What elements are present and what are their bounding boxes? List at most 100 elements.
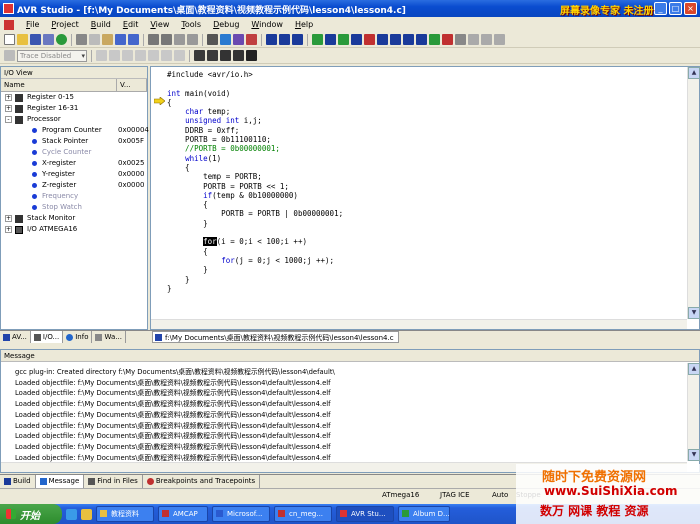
io-tree-row[interactable]: Y-register 0x0000 bbox=[1, 169, 147, 180]
menu-project[interactable]: Project bbox=[45, 20, 84, 29]
rebuild-icon[interactable] bbox=[279, 34, 290, 45]
trace-option-icon[interactable] bbox=[148, 50, 159, 61]
uncomment-icon[interactable] bbox=[187, 34, 198, 45]
code-editor[interactable]: #include <avr/io.h> int main(void) { cha… bbox=[150, 66, 700, 330]
tab-find-in-files[interactable]: Find in Files bbox=[84, 475, 143, 488]
browser-icon[interactable] bbox=[66, 508, 77, 520]
redo-icon[interactable] bbox=[128, 34, 139, 45]
save-all-icon[interactable] bbox=[43, 34, 54, 45]
menu-tools[interactable]: Tools bbox=[175, 20, 207, 29]
trace-option-icon[interactable] bbox=[96, 50, 107, 61]
menu-file[interactable]: File bbox=[20, 20, 45, 29]
trace-option-icon[interactable] bbox=[109, 50, 120, 61]
document-icon[interactable] bbox=[4, 19, 14, 30]
task-button-album[interactable]: Album D... bbox=[398, 506, 450, 522]
comment-icon[interactable] bbox=[174, 34, 185, 45]
open-folder-icon[interactable] bbox=[17, 34, 28, 45]
step-over-icon[interactable] bbox=[390, 34, 401, 45]
compile-icon[interactable] bbox=[292, 34, 303, 45]
binoculars-icon[interactable] bbox=[207, 34, 218, 45]
tab-message[interactable]: Message bbox=[35, 475, 85, 488]
menu-help[interactable]: Help bbox=[289, 20, 319, 29]
tab-avr[interactable]: AV... bbox=[0, 331, 31, 343]
paste-icon[interactable] bbox=[102, 34, 113, 45]
io-tree-row[interactable]: Stack Pointer 0x005F bbox=[1, 136, 147, 147]
tab-io[interactable]: I/O... bbox=[30, 331, 64, 343]
expand-icon[interactable]: + bbox=[5, 94, 12, 101]
indent-icon[interactable] bbox=[148, 34, 159, 45]
cancel-icon[interactable] bbox=[246, 50, 257, 61]
step-into-icon[interactable] bbox=[377, 34, 388, 45]
build-icon[interactable] bbox=[266, 34, 277, 45]
close-button[interactable]: × bbox=[684, 2, 697, 15]
task-button-cn-mega[interactable]: cn_meg... bbox=[274, 506, 332, 522]
task-button-avr-studio[interactable]: AVR Stu... bbox=[336, 506, 394, 522]
break-icon[interactable] bbox=[351, 34, 362, 45]
save-icon[interactable] bbox=[30, 34, 41, 45]
editor-gutter[interactable] bbox=[151, 67, 166, 329]
io-tree-row[interactable]: Program Counter 0x00004 bbox=[1, 125, 149, 136]
expand-icon[interactable]: + bbox=[5, 226, 12, 233]
trace-option-icon[interactable] bbox=[161, 50, 172, 61]
memory-icon[interactable] bbox=[494, 34, 505, 45]
watch-icon[interactable] bbox=[468, 34, 479, 45]
bookmark-icon[interactable] bbox=[233, 34, 244, 45]
io-tree-row[interactable]: + Register 0-15 bbox=[1, 92, 147, 103]
editor-horizontal-scrollbar[interactable] bbox=[151, 319, 687, 329]
io-tree-row[interactable]: + I/O ATMEGA16 bbox=[1, 224, 147, 235]
clear-bookmark-icon[interactable] bbox=[246, 34, 257, 45]
folder-icon[interactable] bbox=[81, 508, 92, 520]
task-button-amcap[interactable]: AMCAP bbox=[158, 506, 208, 522]
source-code[interactable]: #include <avr/io.h> int main(void) { cha… bbox=[167, 70, 343, 293]
io-tree-row[interactable]: Stop Watch bbox=[1, 202, 147, 213]
trace-option-icon[interactable] bbox=[135, 50, 146, 61]
clear-breakpoints-icon[interactable] bbox=[455, 34, 466, 45]
menu-debug[interactable]: Debug bbox=[207, 20, 245, 29]
step-out-icon[interactable] bbox=[403, 34, 414, 45]
stop-debug-icon[interactable] bbox=[325, 34, 336, 45]
io-tree-row[interactable]: + Register 16-31 bbox=[1, 103, 147, 114]
scroll-up-button[interactable]: ▲ bbox=[688, 363, 700, 375]
io-tree-row[interactable]: X-register 0x0025 bbox=[1, 158, 147, 169]
scroll-down-button[interactable]: ▼ bbox=[688, 449, 700, 461]
menu-window[interactable]: Window bbox=[245, 20, 289, 29]
start-button[interactable]: 开始 bbox=[0, 504, 62, 524]
find-next-icon[interactable] bbox=[220, 34, 231, 45]
outdent-icon[interactable] bbox=[161, 34, 172, 45]
run-icon[interactable] bbox=[338, 34, 349, 45]
new-file-icon[interactable] bbox=[4, 34, 15, 45]
cut-icon[interactable] bbox=[76, 34, 87, 45]
task-button-microsoft[interactable]: Microsof... bbox=[212, 506, 270, 522]
trace-select[interactable]: Trace Disabled bbox=[17, 49, 87, 62]
expand-icon[interactable]: + bbox=[5, 215, 12, 222]
undo-icon[interactable] bbox=[115, 34, 126, 45]
menu-edit[interactable]: Edit bbox=[117, 20, 145, 29]
message-vertical-scrollbar[interactable]: ▲ ▼ bbox=[687, 363, 700, 461]
trace-option-icon[interactable] bbox=[174, 50, 185, 61]
menu-build[interactable]: Build bbox=[85, 20, 117, 29]
minimize-button[interactable]: _ bbox=[654, 2, 667, 15]
emulator-icon[interactable] bbox=[233, 50, 244, 61]
tab-info[interactable]: Info bbox=[63, 331, 93, 343]
processor-icon[interactable] bbox=[481, 34, 492, 45]
expand-icon[interactable]: + bbox=[5, 105, 12, 112]
io-tree-row[interactable]: - Processor bbox=[1, 114, 147, 125]
io-tree-row[interactable]: Cycle Counter bbox=[1, 147, 147, 158]
task-button-folder[interactable]: 教程资料 bbox=[96, 506, 154, 522]
breakpoint-icon[interactable] bbox=[442, 34, 453, 45]
tab-lesson4-c[interactable]: f:\My Documents\桌面\教程资料\视频教程示例代码\lesson4… bbox=[152, 331, 399, 343]
io-tree-row[interactable]: Frequency bbox=[1, 191, 147, 202]
start-debug-icon[interactable] bbox=[312, 34, 323, 45]
tab-breakpoints[interactable]: Breakpoints and Tracepoints bbox=[143, 475, 261, 488]
chip-icon[interactable] bbox=[194, 50, 205, 61]
tab-build[interactable]: Build bbox=[0, 475, 36, 488]
scroll-up-button[interactable]: ▲ bbox=[688, 67, 700, 79]
column-value[interactable]: V... bbox=[117, 79, 147, 91]
scroll-down-button[interactable]: ▼ bbox=[688, 307, 700, 319]
trace-icon[interactable] bbox=[4, 50, 15, 61]
auto-step-icon[interactable] bbox=[429, 34, 440, 45]
column-name[interactable]: Name bbox=[1, 79, 117, 91]
trace-option-icon[interactable] bbox=[122, 50, 133, 61]
copy-icon[interactable] bbox=[89, 34, 100, 45]
tab-watch[interactable]: Wa... bbox=[92, 331, 126, 343]
